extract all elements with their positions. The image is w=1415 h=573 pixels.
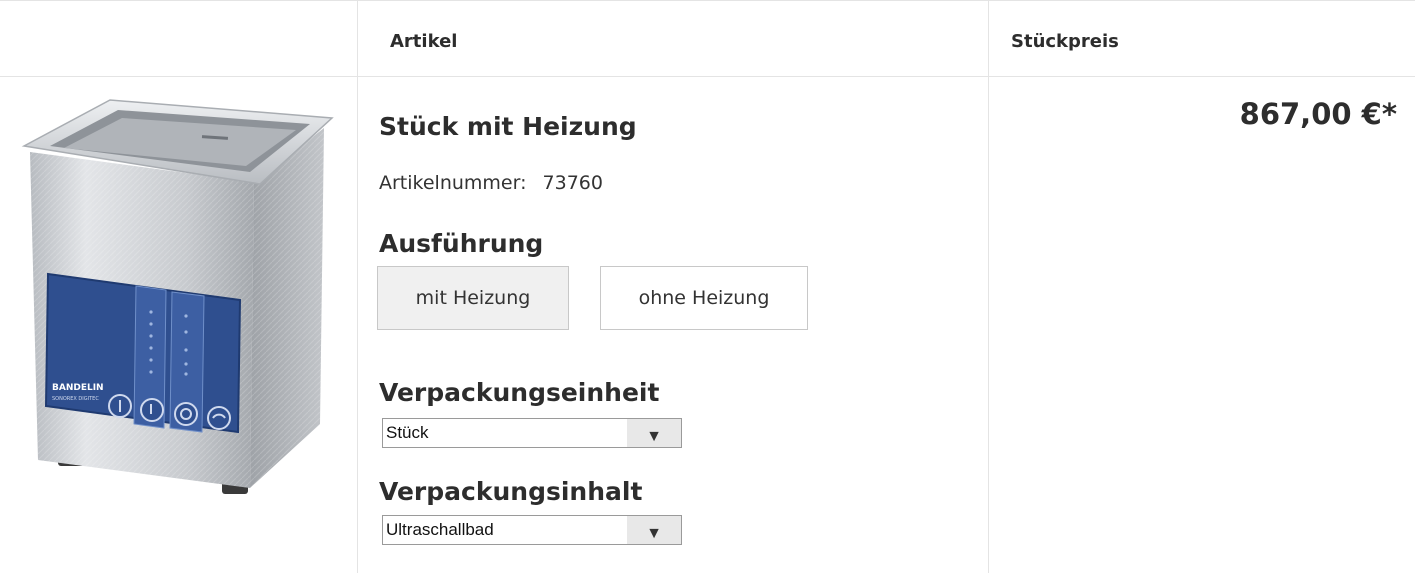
variant-heading: Ausführung — [379, 229, 544, 258]
svg-text:SONOREX DIGITEC: SONOREX DIGITEC — [52, 396, 99, 402]
column-divider-1 — [357, 0, 358, 573]
dropdown-arrow-icon[interactable]: ▼ — [627, 419, 681, 447]
packaging-unit-value: Stück — [386, 423, 429, 442]
variant-option-with-heating[interactable]: mit Heizung — [377, 266, 569, 330]
packaging-content-heading: Verpackungsinhalt — [379, 477, 643, 506]
variant-option-without-heating[interactable]: ohne Heizung — [600, 266, 808, 330]
svg-text:BANDELIN: BANDELIN — [52, 383, 104, 393]
table-top-border — [0, 0, 1415, 1]
unit-price: 867,00 €* — [1239, 97, 1397, 131]
packaging-content-value: Ultraschallbad — [386, 520, 494, 539]
dropdown-arrow-icon[interactable]: ▼ — [627, 516, 681, 544]
header-divider — [0, 76, 1415, 77]
article-number-value: 73760 — [542, 172, 603, 194]
packaging-content-select[interactable]: Ultraschallbad ▼ — [382, 515, 682, 545]
packaging-unit-select[interactable]: Stück ▼ — [382, 418, 682, 448]
column-divider-2 — [988, 0, 989, 573]
product-title[interactable]: Stück mit Heizung — [379, 112, 637, 141]
article-number: Artikelnummer: 73760 — [379, 172, 603, 194]
product-image[interactable]: BANDELIN SONOREX DIGITEC — [14, 88, 338, 508]
column-header-unit-price: Stückpreis — [1011, 31, 1119, 52]
packaging-unit-heading: Verpackungseinheit — [379, 378, 660, 407]
article-number-label: Artikelnummer: — [379, 172, 527, 194]
column-header-article: Artikel — [390, 31, 458, 52]
